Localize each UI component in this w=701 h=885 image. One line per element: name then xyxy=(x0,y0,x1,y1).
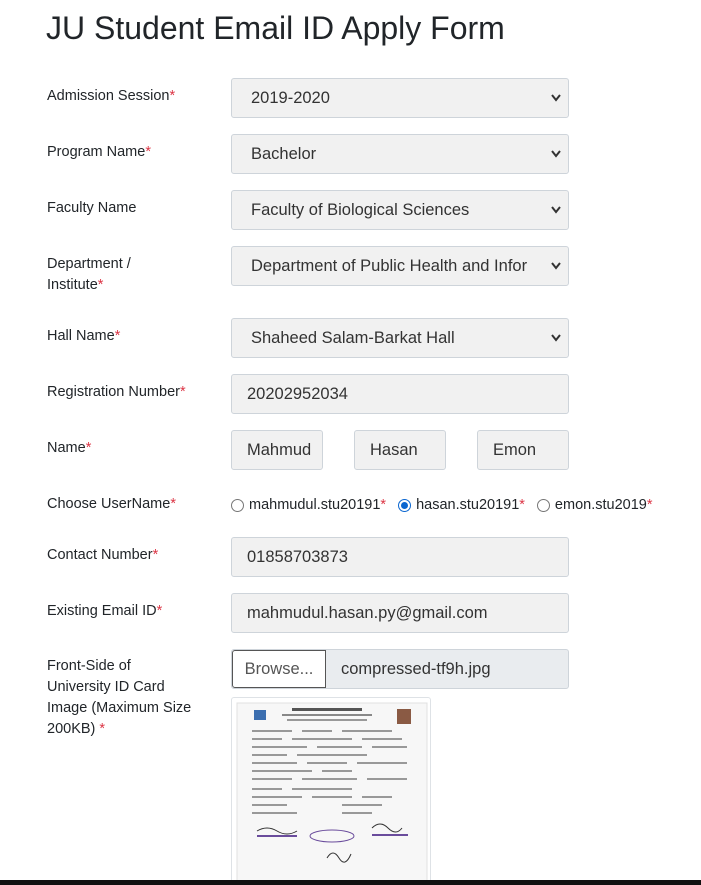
radio-button[interactable] xyxy=(231,498,244,512)
username-option-1[interactable]: mahmudul.stu20191 * xyxy=(231,497,386,513)
file-name: compressed-tf9h.jpg xyxy=(341,660,491,678)
program-name-value: Bachelor xyxy=(251,145,317,163)
document-preview-graphic xyxy=(236,702,428,884)
department-select[interactable]: Department of Public Health and Infor xyxy=(231,246,569,286)
name-label: Name* xyxy=(47,440,92,456)
page-title: JU Student Email ID Apply Form xyxy=(46,10,505,46)
first-name-input[interactable]: Mahmud xyxy=(231,430,323,470)
radio-button[interactable] xyxy=(536,498,550,512)
chevron-down-icon xyxy=(551,334,561,342)
username-radio-group: mahmudul.stu20191 * hasan.stu20191 * emon.… xyxy=(231,495,652,515)
username-option-2-text: hasan.stu20191 xyxy=(416,497,520,513)
choose-username-label: Choose UserName* xyxy=(47,496,176,512)
username-option-3-text: emon.stu2019 xyxy=(554,497,647,513)
admission-session-label: Admission Session* xyxy=(47,88,176,104)
department-value: Department of Public Health and Infor xyxy=(251,257,528,275)
id-card-label: Front-Side of University ID Card Image (… xyxy=(47,658,192,737)
admission-session-value: 2019-2020 xyxy=(251,89,330,107)
program-name-label: Program Name* xyxy=(47,144,151,160)
username-option-1-text: mahmudul.stu20191 xyxy=(249,497,381,513)
id-card-file-input[interactable]: Browse... compressed-tf9h.jpg xyxy=(231,649,569,689)
existing-email-input[interactable]: mahmudul.hasan.py@gmail.com xyxy=(231,593,569,633)
chevron-down-icon xyxy=(551,94,561,102)
chevron-down-icon xyxy=(551,150,561,158)
last-name-input[interactable]: Emon xyxy=(477,430,569,470)
username-option-3[interactable]: emon.stu2019 * xyxy=(536,497,652,513)
faculty-name-label: Faculty Name xyxy=(47,200,137,216)
browse-button[interactable]: Browse... xyxy=(232,650,326,688)
faculty-name-value: Faculty of Biological Sciences xyxy=(251,201,470,219)
radio-button-checked[interactable] xyxy=(398,498,412,512)
department-label: Department / Institute* xyxy=(47,256,131,293)
registration-number-input[interactable]: 20202952034 xyxy=(231,374,569,414)
contact-number-input[interactable]: 01858703873 xyxy=(231,537,569,577)
username-option-2[interactable]: hasan.stu20191 * xyxy=(398,497,525,513)
middle-name-input[interactable]: Hasan xyxy=(354,430,446,470)
hall-name-label: Hall Name* xyxy=(47,328,121,344)
contact-number-label: Contact Number* xyxy=(47,547,159,563)
faculty-name-select[interactable]: Faculty of Biological Sciences xyxy=(231,190,569,230)
hall-name-value: Shaheed Salam-Barkat Hall xyxy=(251,329,455,347)
chevron-down-icon xyxy=(551,262,561,270)
bottom-edge-bar xyxy=(0,880,701,885)
chevron-down-icon xyxy=(551,206,561,214)
admission-session-select[interactable]: 2019-2020 xyxy=(231,78,569,118)
registration-number-label: Registration Number* xyxy=(47,384,186,400)
hall-name-select[interactable]: Shaheed Salam-Barkat Hall xyxy=(231,318,569,358)
id-card-preview-image xyxy=(231,697,431,885)
existing-email-label: Existing Email ID* xyxy=(47,603,163,619)
program-name-select[interactable]: Bachelor xyxy=(231,134,569,174)
